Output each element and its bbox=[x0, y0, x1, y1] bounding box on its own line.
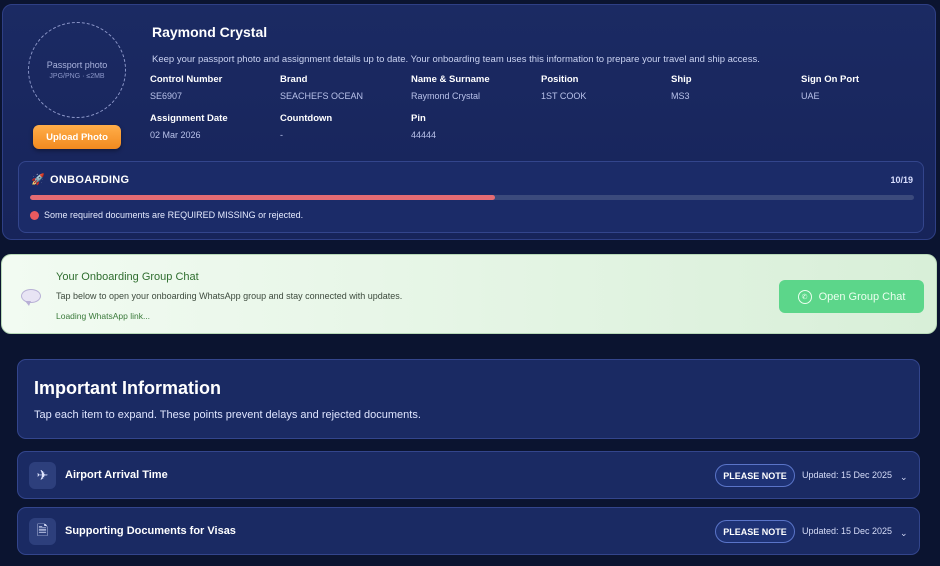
open-group-chat-button[interactable]: ✆ Open Group Chat bbox=[779, 280, 924, 313]
field-label: Control Number bbox=[150, 74, 223, 85]
group-chat-card: Your Onboarding Group Chat Tap below to … bbox=[1, 254, 937, 334]
onboarding-count: 10/19 bbox=[890, 175, 913, 185]
updated-date: Updated: 15 Dec 2025 bbox=[802, 526, 893, 536]
onboarding-label: ONBOARDING bbox=[50, 173, 130, 186]
field-value: Raymond Crystal bbox=[411, 91, 481, 101]
field-value: MS3 bbox=[671, 91, 690, 101]
intro-text: Keep your passport photo and assignment … bbox=[152, 54, 760, 65]
field-value: 02 Mar 2026 bbox=[150, 130, 201, 140]
warning-text: Some required documents are REQUIRED MIS… bbox=[44, 210, 304, 220]
field-label: Ship bbox=[671, 74, 692, 85]
onboarding-progress-bar bbox=[30, 195, 914, 200]
chat-description: Tap below to open your onboarding WhatsA… bbox=[56, 291, 403, 301]
field-label: Sign On Port bbox=[801, 74, 860, 85]
person-name: Raymond Crystal bbox=[152, 24, 268, 40]
section-title: Important Information bbox=[34, 378, 221, 398]
updated-date: Updated: 15 Dec 2025 bbox=[802, 470, 893, 480]
accordion-title: Airport Arrival Time bbox=[65, 469, 168, 481]
accordion-supporting-documents[interactable]: 🗎 Supporting Documents for Visas PLEASE … bbox=[17, 507, 920, 555]
field-brand: Brand SEACHEFS OCEAN bbox=[280, 74, 363, 101]
field-label: Assignment Date bbox=[150, 113, 228, 124]
field-value: SEACHEFS OCEAN bbox=[280, 91, 364, 101]
field-position: Position 1ST COOK bbox=[541, 74, 586, 101]
field-label: Name & Surname bbox=[411, 74, 490, 85]
field-value: 1ST COOK bbox=[541, 91, 587, 101]
field-label: Pin bbox=[411, 113, 426, 124]
document-icon: 🗎 bbox=[29, 518, 56, 545]
passport-photo-placeholder[interactable]: Passport photo JPG/PNG · ≤2MB bbox=[28, 22, 126, 118]
chevron-down-icon[interactable]: ⌄ bbox=[900, 472, 908, 483]
field-pin: Pin 44444 bbox=[411, 113, 436, 140]
field-label: Position bbox=[541, 74, 579, 85]
rocket-icon: 🚀 bbox=[31, 174, 45, 186]
important-info-header: Important Information Tap each item to e… bbox=[17, 359, 920, 439]
chat-title: Your Onboarding Group Chat bbox=[56, 271, 199, 283]
chat-bubble-icon bbox=[21, 289, 41, 306]
photo-title: Passport photo bbox=[46, 60, 108, 70]
open-group-chat-label: Open Group Chat bbox=[818, 290, 906, 303]
photo-requirements: JPG/PNG · ≤2MB bbox=[49, 73, 105, 80]
field-value: - bbox=[280, 130, 283, 140]
accordion-airport-arrival-time[interactable]: ✈ Airport Arrival Time PLEASE NOTE Updat… bbox=[17, 451, 920, 499]
please-note-badge: PLEASE NOTE bbox=[715, 464, 795, 487]
field-sign-on-port: Sign On Port UAE bbox=[801, 74, 859, 101]
field-countdown: Countdown - bbox=[280, 113, 332, 140]
profile-card: Passport photo JPG/PNG · ≤2MB Upload Pho… bbox=[2, 4, 936, 240]
field-assignment-date: Assignment Date 02 Mar 2026 bbox=[150, 113, 228, 140]
field-name-surname: Name & Surname Raymond Crystal bbox=[411, 74, 490, 101]
field-control-number: Control Number SE6907 bbox=[150, 74, 222, 101]
onboarding-progress-panel: 🚀 ONBOARDING 10/19 Some required documen… bbox=[18, 161, 924, 233]
plane-icon: ✈ bbox=[29, 462, 56, 489]
field-label: Countdown bbox=[280, 113, 333, 124]
section-subtitle: Tap each item to expand. These points pr… bbox=[34, 409, 421, 421]
onboarding-warning: Some required documents are REQUIRED MIS… bbox=[30, 210, 303, 220]
accordion-title: Supporting Documents for Visas bbox=[65, 525, 236, 537]
field-value: SE6907 bbox=[150, 91, 183, 101]
upload-photo-button[interactable]: Upload Photo bbox=[33, 125, 121, 149]
field-value: UAE bbox=[801, 91, 820, 101]
field-label: Brand bbox=[280, 74, 308, 85]
chat-loading-status: Loading WhatsApp link... bbox=[56, 311, 151, 321]
whatsapp-icon: ✆ bbox=[797, 289, 812, 304]
onboarding-title: 🚀 ONBOARDING bbox=[31, 173, 130, 187]
progress-fill bbox=[30, 195, 495, 200]
warning-dot-icon bbox=[30, 210, 39, 220]
field-ship: Ship MS3 bbox=[671, 74, 692, 101]
chevron-down-icon[interactable]: ⌄ bbox=[900, 528, 908, 539]
please-note-badge: PLEASE NOTE bbox=[715, 520, 795, 543]
field-value: 44444 bbox=[411, 130, 437, 140]
